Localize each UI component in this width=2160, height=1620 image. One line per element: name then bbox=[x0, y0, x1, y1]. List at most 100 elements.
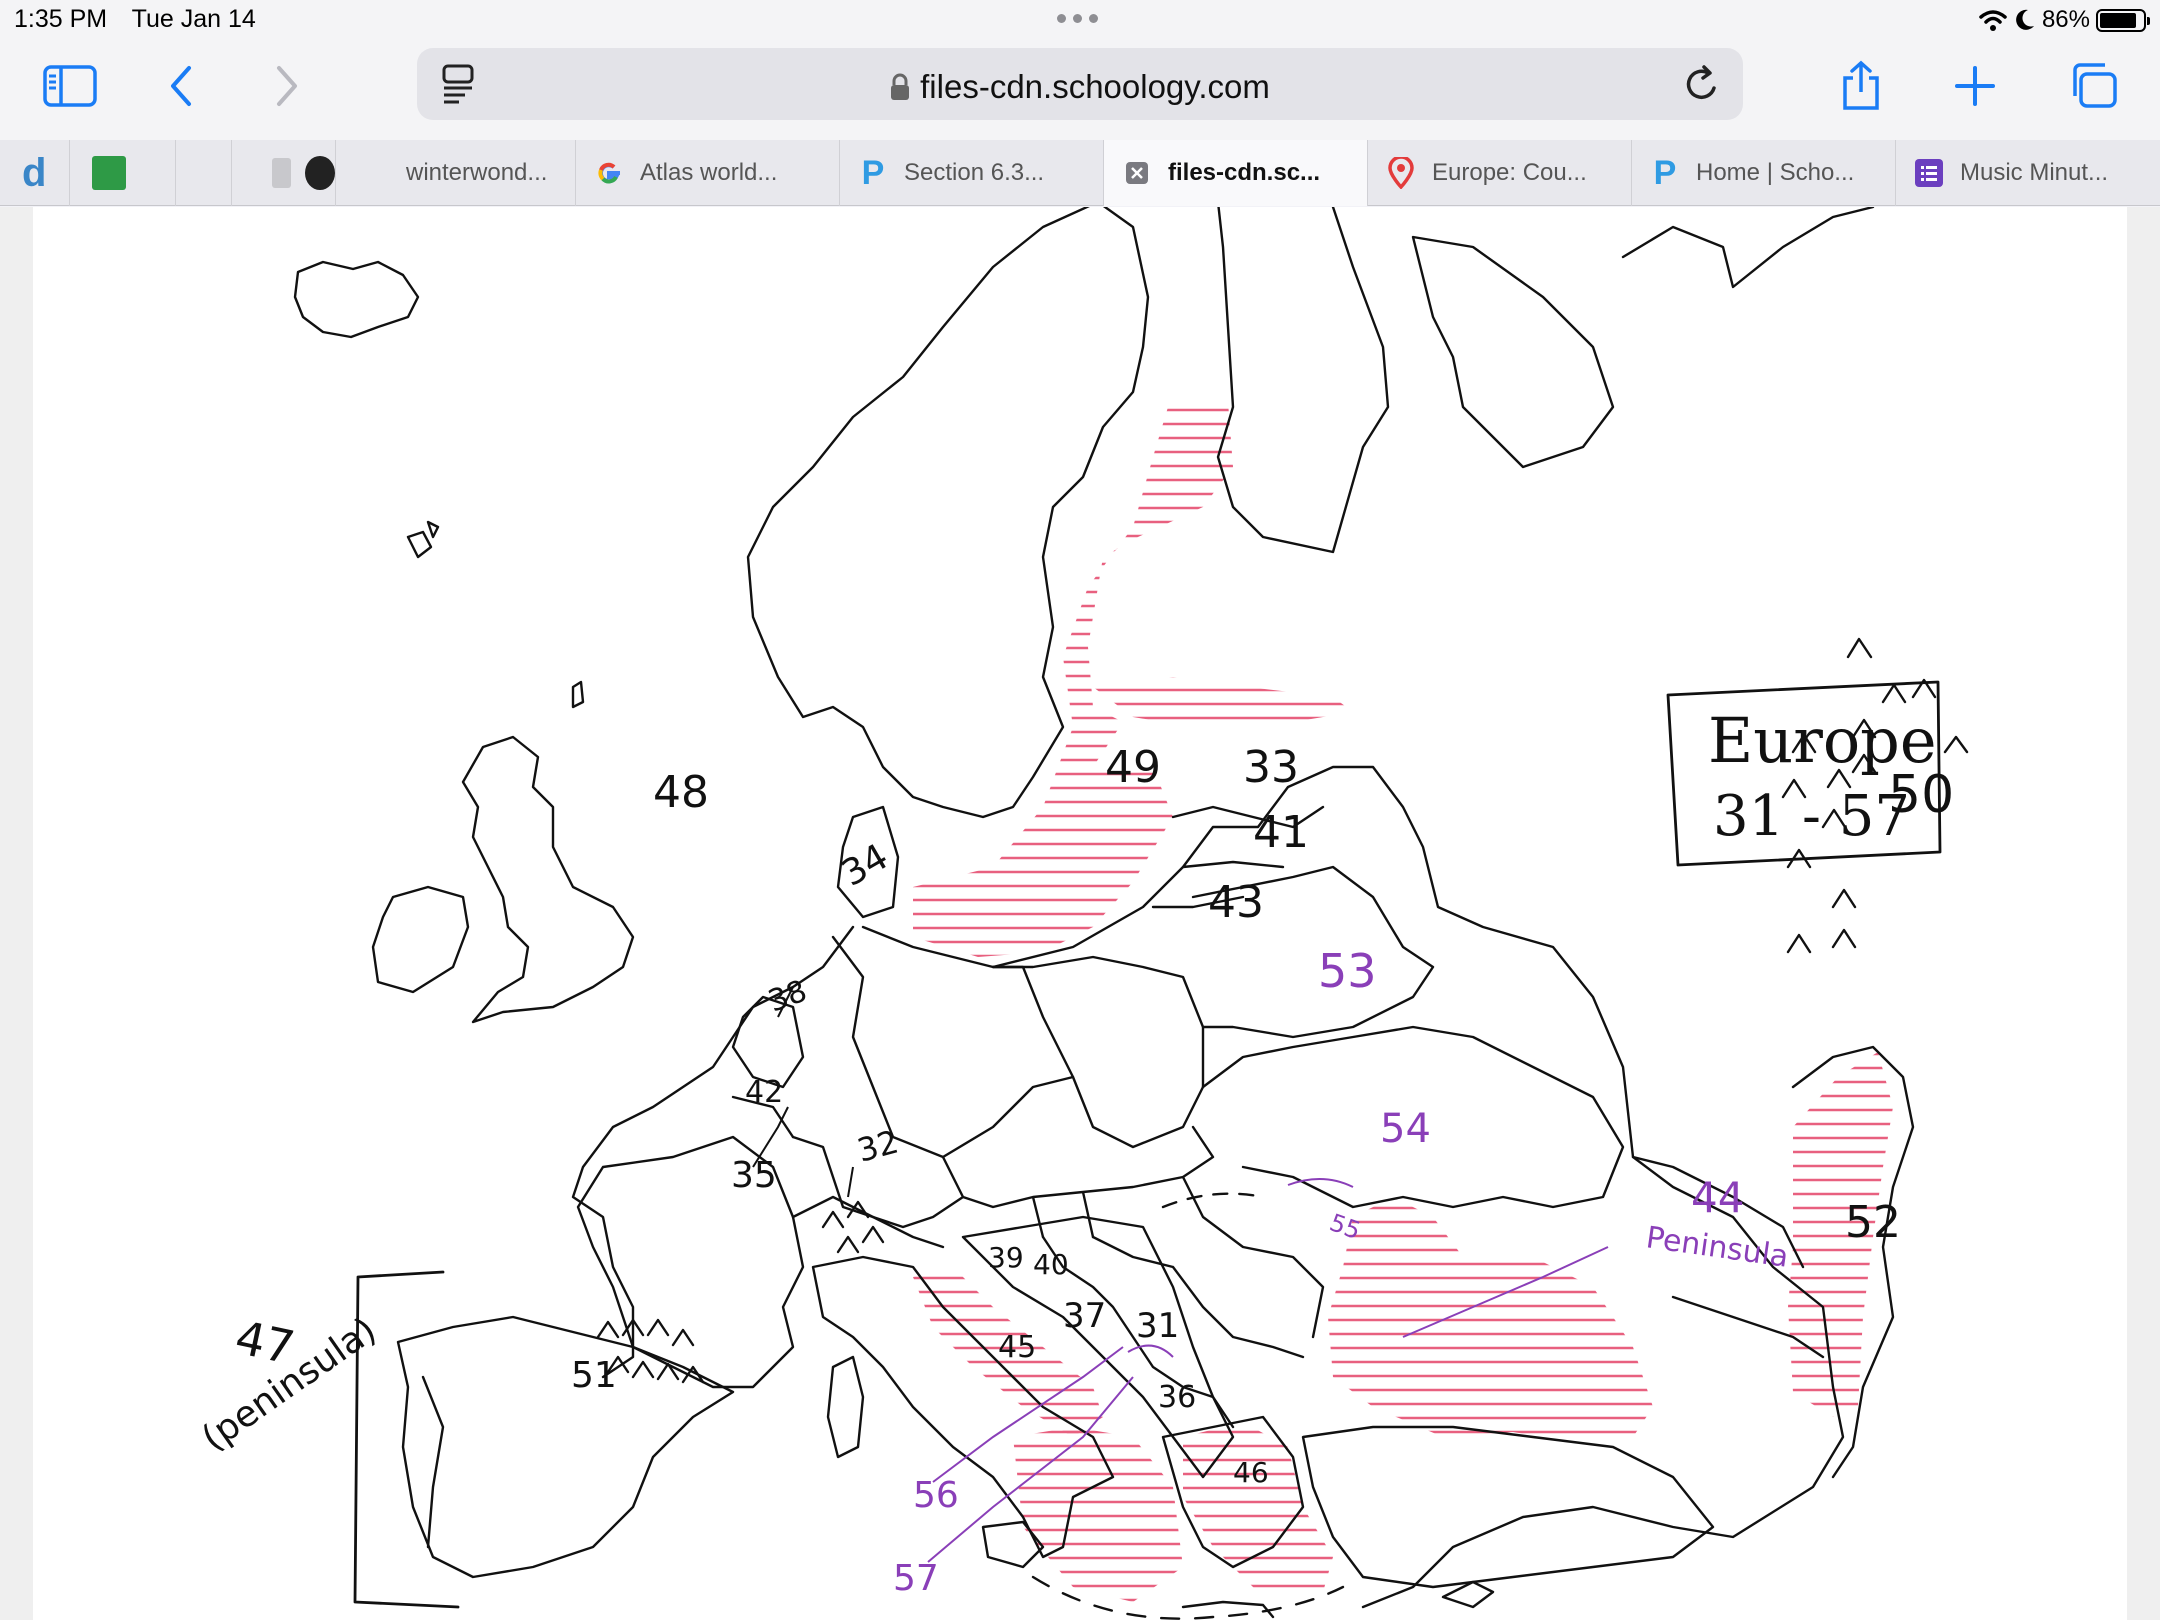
tab-bar: d winterwond... Atlas world... P Section… bbox=[0, 140, 2160, 206]
label-42: 42 bbox=[745, 1075, 783, 1110]
label-33: 33 bbox=[1243, 742, 1299, 793]
tab-d[interactable]: d bbox=[0, 140, 70, 206]
finland-outline bbox=[1216, 207, 1390, 554]
tab-s[interactable] bbox=[232, 140, 336, 206]
map-page: Europe 31 - 57 48 49 33 41 43 34 38 42 3… bbox=[33, 207, 2127, 1620]
label-39: 39 bbox=[988, 1241, 1024, 1274]
browser-toolbar: files-cdn.schoology.com bbox=[0, 40, 2160, 140]
alps-mountain-marks bbox=[821, 1200, 885, 1254]
schoology-p-icon: P bbox=[861, 153, 885, 192]
label-40: 40 bbox=[1033, 1248, 1069, 1281]
pointer-32 bbox=[847, 1166, 854, 1198]
tab-label: Section 6.3... bbox=[904, 159, 1045, 186]
multitasking-dots-icon[interactable] bbox=[1057, 14, 1098, 23]
label-56: 56 bbox=[913, 1475, 959, 1516]
status-time: 1:35 PM bbox=[14, 5, 108, 33]
tab-atlas[interactable]: Atlas world... bbox=[576, 140, 840, 206]
sardinia-outline bbox=[826, 1355, 865, 1459]
label-35: 35 bbox=[731, 1155, 777, 1196]
d-icon: d bbox=[22, 150, 47, 195]
url-text[interactable]: files-cdn.schoology.com bbox=[920, 68, 1270, 105]
label-36: 36 bbox=[1158, 1380, 1196, 1415]
baltic-east-hatch bbox=[1093, 677, 1353, 727]
black-sea-hatch bbox=[1328, 1197, 1653, 1442]
mediterranean-hatch bbox=[1013, 1427, 1183, 1602]
forms-icon bbox=[1914, 158, 1944, 188]
tab-music[interactable]: Music Minut... bbox=[1896, 140, 2160, 206]
tab-section[interactable]: P Section 6.3... bbox=[840, 140, 1104, 206]
label-44-sub: Peninsula bbox=[1644, 1220, 1791, 1275]
iberia-bracket bbox=[353, 1270, 460, 1609]
portugal-border bbox=[421, 1375, 445, 1549]
tab-label: Europe: Cou... bbox=[1432, 159, 1587, 186]
label-37: 37 bbox=[1063, 1296, 1106, 1336]
big-ideas-math-icon bbox=[92, 156, 126, 190]
tab-blank[interactable] bbox=[176, 140, 232, 206]
tab-home-schoology[interactable]: P Home | Scho... bbox=[1632, 140, 1896, 206]
tab-label: Atlas world... bbox=[640, 159, 778, 186]
label-43: 43 bbox=[1208, 877, 1264, 928]
benelux-borders bbox=[731, 995, 805, 1139]
aegean-sea-hatch bbox=[1183, 1422, 1333, 1597]
status-date: Tue Jan 14 bbox=[131, 5, 256, 33]
tab-files-cdn[interactable]: files-cdn.sc... bbox=[1104, 140, 1368, 206]
label-50: 50 bbox=[1888, 765, 1954, 825]
label-46: 46 bbox=[1233, 1456, 1269, 1489]
label-54: 54 bbox=[1380, 1106, 1431, 1152]
schoology-p-icon: P bbox=[1653, 153, 1677, 192]
black-sea-dashes bbox=[1161, 1192, 1265, 1209]
marker-31-loop bbox=[1127, 1344, 1174, 1358]
label-52: 52 bbox=[1845, 1197, 1901, 1248]
google-icon bbox=[594, 158, 624, 188]
label-31: 31 bbox=[1136, 1306, 1179, 1346]
close-icon[interactable] bbox=[1122, 158, 1152, 188]
commonlit-icon bbox=[305, 156, 335, 190]
lock-icon bbox=[890, 71, 910, 109]
battery-percent: 86% bbox=[2041, 6, 2090, 33]
tab-winterwond[interactable]: winterwond... bbox=[336, 140, 576, 206]
label-44: 44 bbox=[1691, 1173, 1744, 1222]
label-53: 53 bbox=[1318, 944, 1377, 998]
tab-label: winterwond... bbox=[406, 159, 548, 186]
reload-icon[interactable] bbox=[1683, 64, 1721, 109]
status-bar: 1:35 PM Tue Jan 14 86% bbox=[0, 0, 2160, 40]
tab-label: files-cdn.sc... bbox=[1168, 159, 1321, 186]
label-57: 57 bbox=[893, 1558, 939, 1599]
europe-map: Europe 31 - 57 48 49 33 41 43 34 38 42 3… bbox=[195, 207, 1969, 1620]
label-49: 49 bbox=[1105, 742, 1161, 793]
tab-label: Music Minut... bbox=[1960, 159, 2109, 186]
map-title-range: 31 - 57 bbox=[1713, 784, 1910, 849]
label-48: 48 bbox=[653, 767, 709, 818]
map-pin-icon bbox=[1386, 157, 1416, 189]
russia-north-outline bbox=[1621, 207, 1875, 289]
s-icon bbox=[272, 158, 292, 188]
back-icon[interactable] bbox=[152, 56, 212, 116]
iberia-outline bbox=[396, 1315, 735, 1579]
label-45: 45 bbox=[998, 1330, 1036, 1365]
share-icon[interactable] bbox=[1831, 56, 1891, 116]
great-britain-outline bbox=[461, 735, 635, 1024]
wifi-icon bbox=[1979, 10, 2007, 31]
label-32: 32 bbox=[853, 1122, 902, 1169]
forward-icon[interactable] bbox=[256, 56, 316, 116]
poland-border bbox=[991, 955, 1205, 1149]
tab-big-ideas[interactable] bbox=[70, 140, 176, 206]
ireland-outline bbox=[371, 885, 470, 994]
label-41: 41 bbox=[1253, 807, 1309, 858]
label-51: 51 bbox=[571, 1355, 617, 1396]
address-bar[interactable]: files-cdn.schoology.com bbox=[417, 48, 1743, 120]
tab-label: Home | Scho... bbox=[1696, 159, 1855, 186]
turkey-outline bbox=[1301, 1425, 1715, 1589]
battery-icon bbox=[2096, 8, 2150, 32]
kola-peninsula-outline bbox=[1411, 235, 1615, 469]
sidebar-icon[interactable] bbox=[40, 56, 100, 116]
west-coast-outline bbox=[571, 925, 855, 1379]
iceland-outline bbox=[293, 260, 420, 339]
tab-europe[interactable]: Europe: Cou... bbox=[1368, 140, 1632, 206]
germany-border bbox=[831, 935, 1075, 1159]
shetland-islands-outline bbox=[571, 680, 585, 709]
document-viewer[interactable]: Europe 31 - 57 48 49 33 41 43 34 38 42 3… bbox=[0, 207, 2160, 1620]
new-tab-icon[interactable] bbox=[1945, 56, 2005, 116]
tabs-overview-icon[interactable] bbox=[2063, 56, 2123, 116]
status-right: 86% bbox=[1978, 6, 2150, 34]
